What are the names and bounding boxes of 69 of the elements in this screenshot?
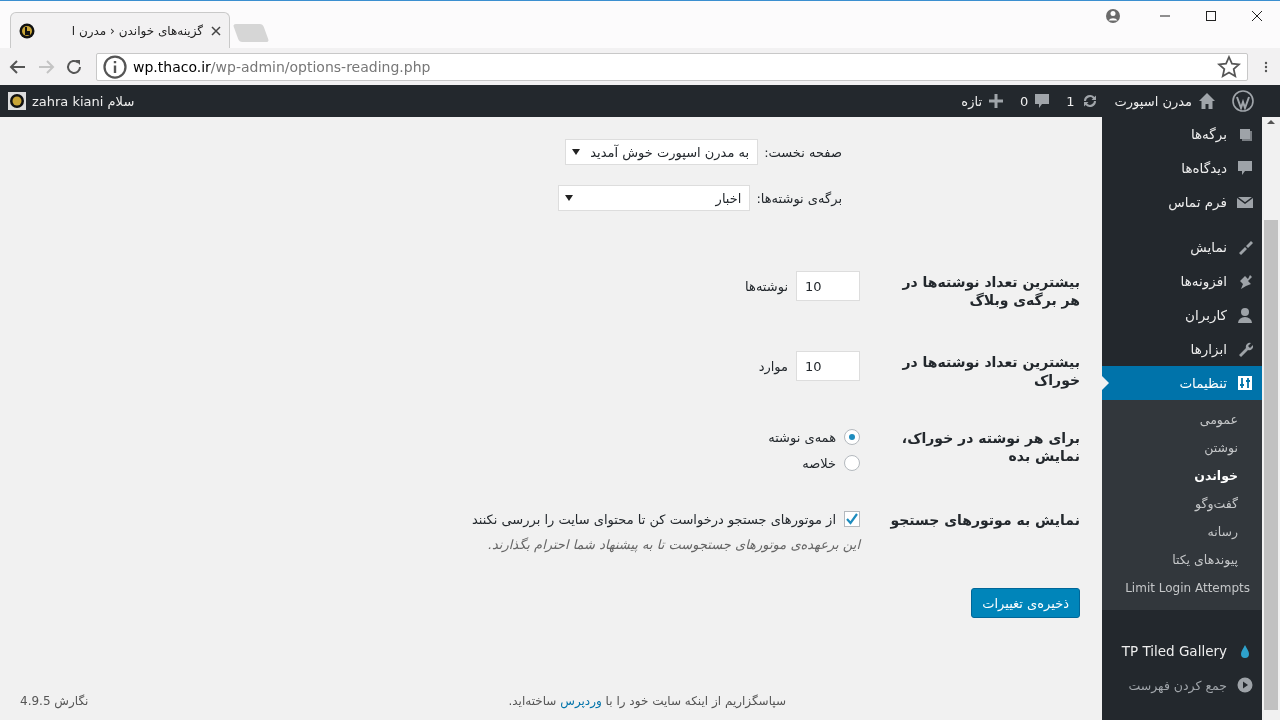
menu-item[interactable]: ابزارها [1102,332,1262,366]
submenu-item[interactable]: خواندن [1102,462,1262,490]
number-field[interactable]: 10 [796,351,860,381]
checkbox[interactable] [844,511,860,527]
menu-item[interactable]: نمایش [1102,230,1262,264]
menu-item[interactable]: برگه‌ها [1102,117,1262,151]
mail-icon [1237,194,1253,210]
url-text: wp.thaco.ir/wp-admin/options-reading.php [133,58,432,75]
updates-link[interactable]: 1 [1066,92,1099,110]
checkbox-label: از موتورهای جستجو درخواست کن تا محتوای سایت را بررسی نکنند [471,511,836,527]
submenu-item[interactable]: رسانه [1102,518,1262,546]
user-icon [1237,307,1253,323]
save-button[interactable]: ذخیره‌ی تغییرات [971,588,1080,618]
menu-item[interactable]: فرم تماس [1102,185,1262,219]
footer-text: سپاسگزاریم از اینکه سایت خود را با وردپرس ساخته‌اید. [508,694,786,708]
caret-icon [572,149,581,155]
radio-button[interactable] [844,455,860,471]
scrollbar-thumb[interactable] [1264,220,1278,710]
submenu-item[interactable]: نوشتن [1102,434,1262,462]
setting-label: نمایش به موتورهای جستجو [889,511,1080,531]
menu-item[interactable]: تنظیمات [1102,366,1262,400]
collapse-menu-button[interactable]: جمع کردن فهرست [1102,668,1262,702]
address-bar[interactable]: wp.thaco.ir/wp-admin/options-reading.php [96,52,1248,81]
tab-title: گزینه‌های خواندن ‹ مدرن ا [70,23,203,38]
settings-icon [1237,375,1253,391]
setting-label: بیشترین تعداد نوشته‌ها در هر برگه‌ی وبلاگ [901,273,1080,309]
pages-icon [1237,126,1253,142]
select-field[interactable]: به مدرن اسپورت خوش آمدید [565,139,759,165]
setting-label: بیشترین تعداد نوشته‌ها در خوراک [901,353,1080,389]
comments-link[interactable]: 0 [1020,93,1051,109]
wordpress-link[interactable]: وردپرس [560,694,602,708]
field-label: صفحه نخست: [764,144,842,160]
new-content-link[interactable]: تازه [961,93,1005,109]
field-description: این برعهده‌ی موتورهای جستجوست تا به پیشنهاد شما احترام بگذارند. [486,537,860,552]
version-text: نگارش 4.9.5 [20,694,89,708]
wrench-icon [1237,341,1253,357]
site-logo-icon [19,22,35,39]
info-icon [103,54,127,79]
caret-icon [565,195,574,201]
radio-label: خلاصه [802,455,836,471]
star-icon[interactable] [1217,54,1241,79]
radio-label: همه‌ی نوشته [768,429,836,445]
field-label: برگه‌ی نوشته‌ها: [756,190,842,206]
wordpress-logo-icon[interactable] [1232,90,1254,112]
submenu-item[interactable]: Limit Login Attempts [1102,574,1262,602]
avatar-icon[interactable] [8,92,26,110]
menu-item[interactable]: دیدگاه‌ها [1102,151,1262,185]
close-icon[interactable] [211,25,221,36]
play-icon [1237,677,1253,693]
brush-icon [1237,239,1253,255]
menu-item[interactable]: کاربران [1102,298,1262,332]
unit-label: نوشته‌ها [745,278,788,294]
select-field[interactable]: اخبار [558,185,751,211]
comment-icon [1237,160,1253,176]
browser-tab[interactable]: گزینه‌های خواندن ‹ مدرن ا [10,12,230,48]
site-name-link[interactable]: مدرن اسپورت [1114,92,1216,110]
unit-label: موارد [758,358,788,374]
menu-item[interactable]: TP Tiled Gallery [1102,634,1262,668]
radio-button[interactable] [844,429,860,445]
submenu-item[interactable]: پیوندهای یکتا [1102,546,1262,574]
comment-icon [1034,93,1051,109]
menu-item[interactable]: افزونه‌ها [1102,264,1262,298]
submenu-item[interactable]: عمومی [1102,406,1262,434]
user-greeting[interactable]: سلام zahra kiani [32,93,135,109]
submenu-item[interactable]: گفت‌وگو [1102,490,1262,518]
setting-label: برای هر نوشته در خوراک، نمایش بده [900,429,1080,466]
plus-icon [988,93,1005,109]
number-field[interactable]: 10 [796,271,860,301]
home-icon [1198,92,1216,110]
